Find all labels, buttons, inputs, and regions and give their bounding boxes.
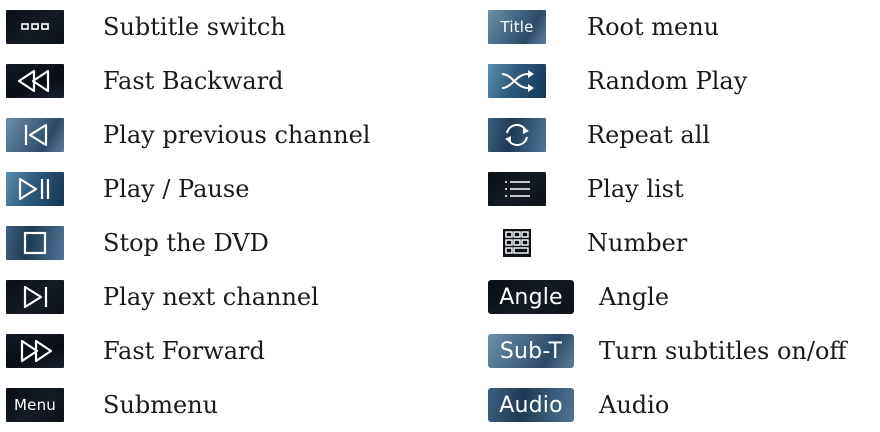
fast-backward-icon [6, 64, 64, 98]
legend-row-previous-channel: Play previous channel [0, 108, 470, 162]
legend-label: Angle [599, 283, 670, 311]
legend-row-number: Number [486, 216, 880, 270]
legend-row-random-play: Random Play [486, 54, 880, 108]
legend-label: Play previous channel [103, 121, 371, 149]
legend-row-audio: Audio Audio [486, 378, 880, 432]
repeat-icon [488, 118, 546, 152]
number-pad-icon [488, 226, 546, 260]
legend-row-play-pause: Play / Pause [0, 162, 470, 216]
previous-channel-icon [6, 118, 64, 152]
sub-t-icon: Sub-T [488, 334, 574, 368]
legend-label: Root menu [587, 13, 720, 41]
legend-row-subtitle-switch: Subtitle switch [0, 0, 470, 54]
next-channel-icon [6, 280, 64, 314]
menu-icon: Menu [6, 388, 64, 422]
shuffle-icon [488, 64, 546, 98]
legend-label: Number [587, 229, 688, 257]
legend-label: Random Play [587, 67, 748, 95]
legend-label: Play next channel [103, 283, 319, 311]
legend-label: Subtitle switch [103, 13, 286, 41]
title-icon: Title [488, 10, 546, 44]
angle-icon-text: Angle [499, 284, 563, 310]
sub-t-icon-text: Sub-T [499, 338, 563, 364]
play-pause-icon [6, 172, 64, 206]
legend-row-play-list: Play list [486, 162, 880, 216]
legend-row-next-channel: Play next channel [0, 270, 470, 324]
legend-label: Stop the DVD [103, 229, 269, 257]
audio-icon: Audio [488, 388, 574, 422]
legend-row-stop: Stop the DVD [0, 216, 470, 270]
legend-label: Turn subtitles on/off [599, 337, 847, 365]
legend-label: Fast Backward [103, 67, 284, 95]
fast-forward-icon [6, 334, 64, 368]
subtitle-switch-icon [6, 10, 64, 44]
legend-row-angle: Angle Angle [486, 270, 880, 324]
menu-icon-text: Menu [14, 396, 56, 414]
legend-row-submenu: Menu Submenu [0, 378, 470, 432]
audio-icon-text: Audio [499, 392, 563, 418]
legend-label: Fast Forward [103, 337, 265, 365]
playlist-icon [488, 172, 546, 206]
legend-label: Play list [587, 175, 684, 203]
legend-row-fast-backward: Fast Backward [0, 54, 470, 108]
legend-row-repeat-all: Repeat all [486, 108, 880, 162]
legend-row-fast-forward: Fast Forward [0, 324, 470, 378]
legend-row-sub-t: Sub-T Turn subtitles on/off [486, 324, 880, 378]
legend-label: Audio [599, 391, 670, 419]
legend-label: Repeat all [587, 121, 711, 149]
legend-label: Submenu [103, 391, 219, 419]
title-icon-text: Title [500, 18, 534, 36]
legend-row-root-menu: Title Root menu [486, 0, 880, 54]
legend-label: Play / Pause [103, 175, 250, 203]
stop-icon [6, 226, 64, 260]
angle-icon: Angle [488, 280, 574, 314]
